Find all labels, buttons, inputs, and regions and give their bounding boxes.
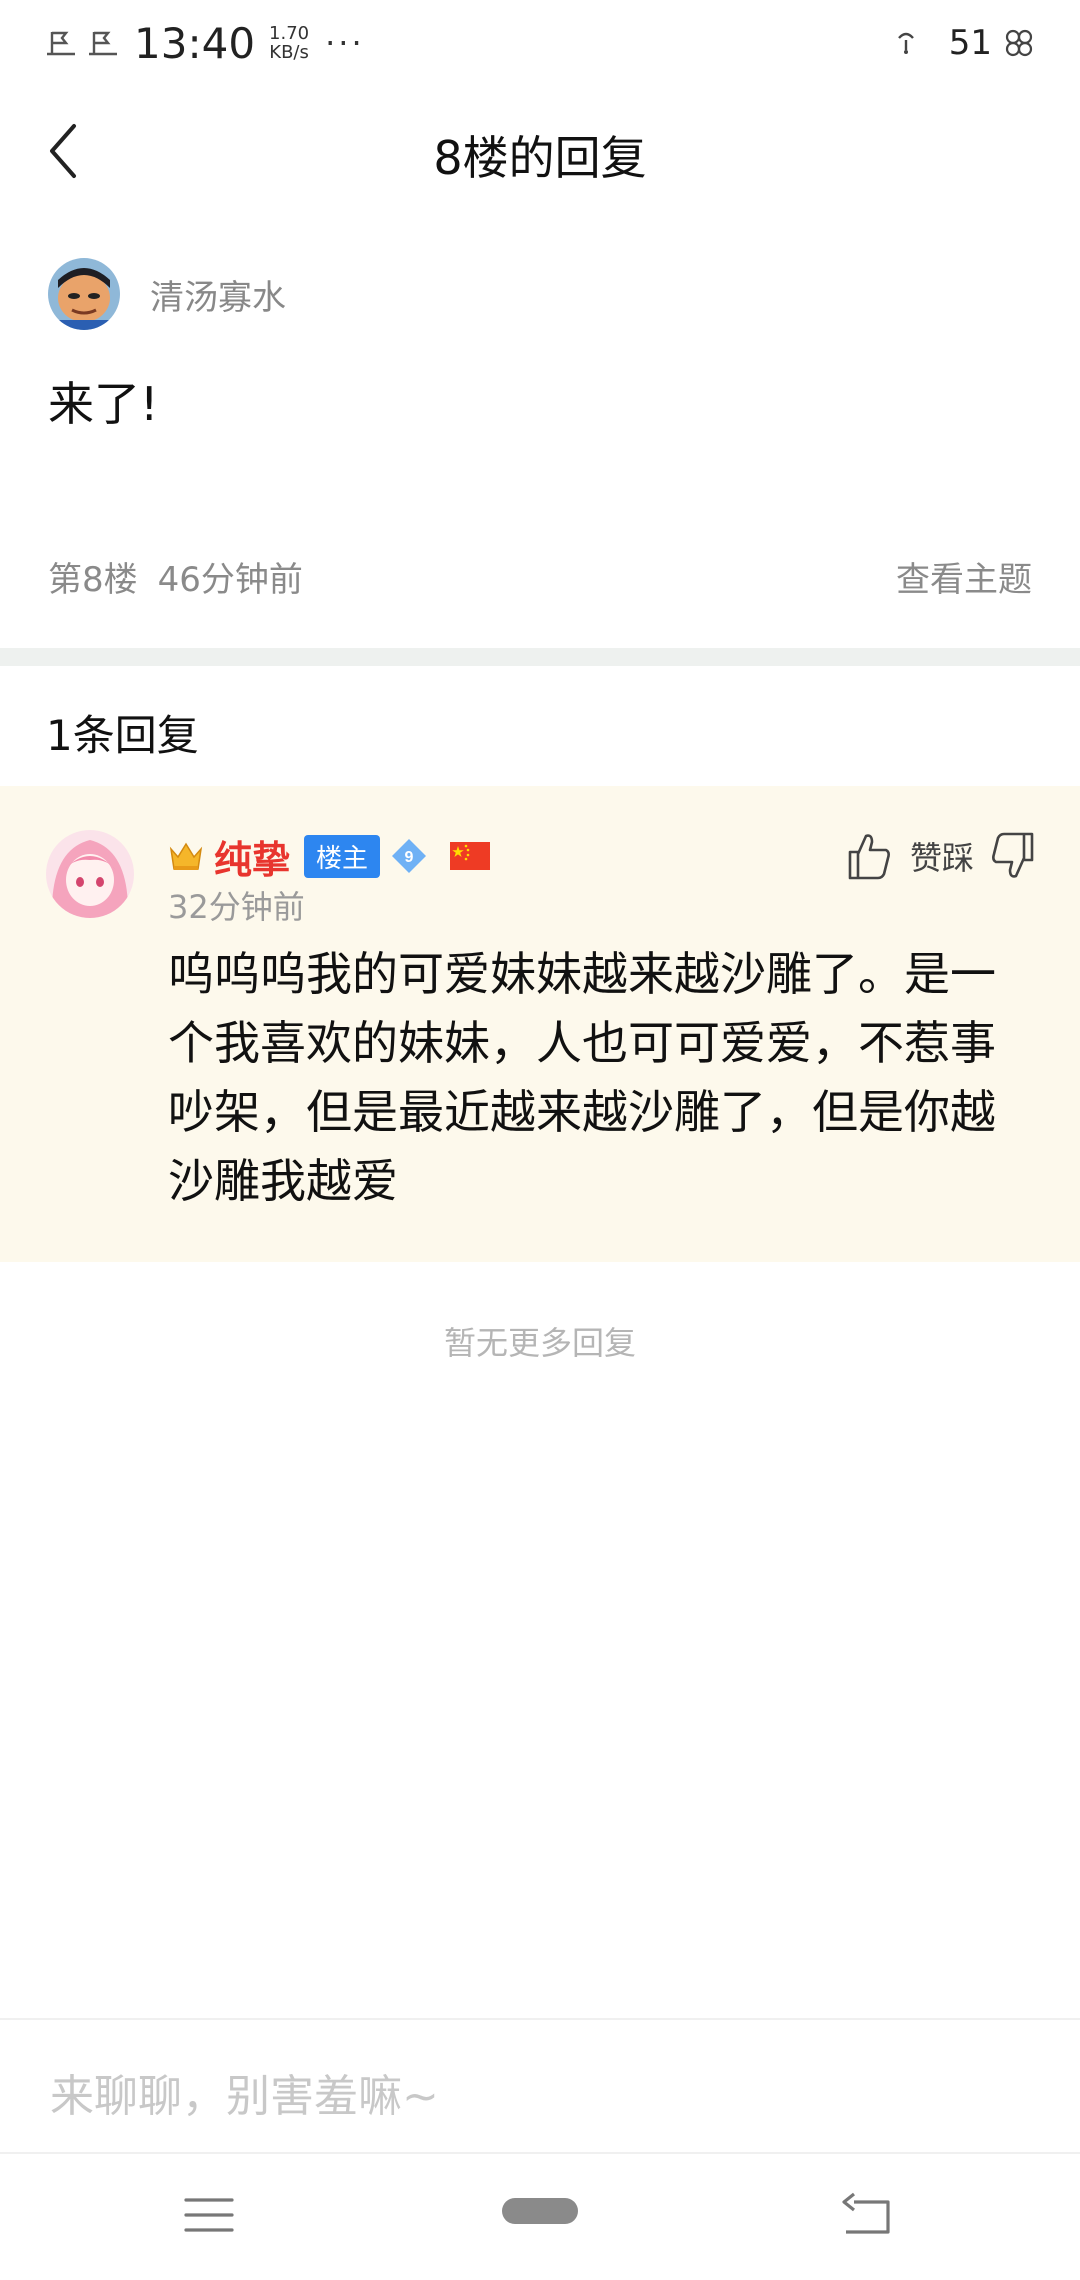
reply-content: 呜呜呜我的可爱妹妹越来越沙雕了。是一个我喜欢的妹妹，人也可可爱爱，不惹事吵架，但… [168, 947, 996, 1208]
more-notifications-icon: ··· [325, 24, 365, 62]
no-more-replies: 暂无更多回复 [443, 1324, 636, 1362]
floor-number: 第8楼 [48, 560, 138, 600]
owner-badge: 楼主 [304, 834, 381, 878]
notification-icon [47, 31, 75, 56]
page-title: 8楼的回复 [433, 131, 647, 185]
author-name[interactable]: 清汤寡水 [150, 270, 286, 319]
back-nav-icon[interactable] [840, 2192, 896, 2238]
reply-count: 1条回复 [46, 711, 199, 760]
comment-input-placeholder[interactable]: 来聊聊，别害羞嘛~ [50, 2060, 439, 2124]
avatar[interactable] [48, 258, 120, 330]
reply-item[interactable]: 纯挚 楼主 9 32分钟前 赞踩 呜呜呜我的可爱妹妹越来越沙雕了。是一个我喜欢的… [0, 786, 1080, 1262]
avatar[interactable] [46, 830, 134, 918]
battery-level: 51 [948, 23, 992, 63]
menu-icon[interactable] [182, 2192, 236, 2238]
system-nav-bar [0, 2156, 1080, 2280]
floor-meta: 第8楼 46分钟前 [48, 552, 303, 601]
reply-user-name[interactable]: 纯挚 [214, 829, 290, 884]
reply-user-row: 纯挚 楼主 9 [168, 828, 491, 884]
post-content: 来了! [48, 377, 159, 431]
view-topic-link[interactable]: 查看主题 [896, 552, 1032, 601]
home-icon[interactable] [500, 2196, 580, 2226]
china-flag-icon [450, 842, 491, 870]
nav-header: 8楼的回复 [0, 86, 1080, 216]
comment-input[interactable]: 来聊聊，别害羞嘛~ [0, 2018, 1080, 2154]
post-time: 46分钟前 [157, 560, 303, 600]
level-number: 9 [405, 849, 414, 866]
signal-icon [897, 32, 914, 54]
thumbs-down-icon[interactable] [990, 830, 1036, 882]
vote-label: 赞踩 [909, 839, 974, 877]
thumbs-up-icon[interactable] [846, 830, 892, 882]
section-divider [0, 648, 1080, 666]
network-speed: 1.70 KB/s [269, 23, 310, 63]
status-bar: 13:40 1.70 KB/s ··· 51 [0, 0, 1080, 86]
battery-icon [1005, 29, 1033, 57]
vote-actions: 赞踩 [846, 826, 1036, 886]
reply-time: 32分钟前 [168, 888, 305, 926]
crown-icon [169, 842, 203, 870]
level-badge: 9 [392, 839, 427, 873]
floor-author-row[interactable]: 清汤寡水 [48, 258, 286, 330]
status-time: 13:40 [134, 18, 256, 68]
notification-icon [89, 31, 117, 56]
